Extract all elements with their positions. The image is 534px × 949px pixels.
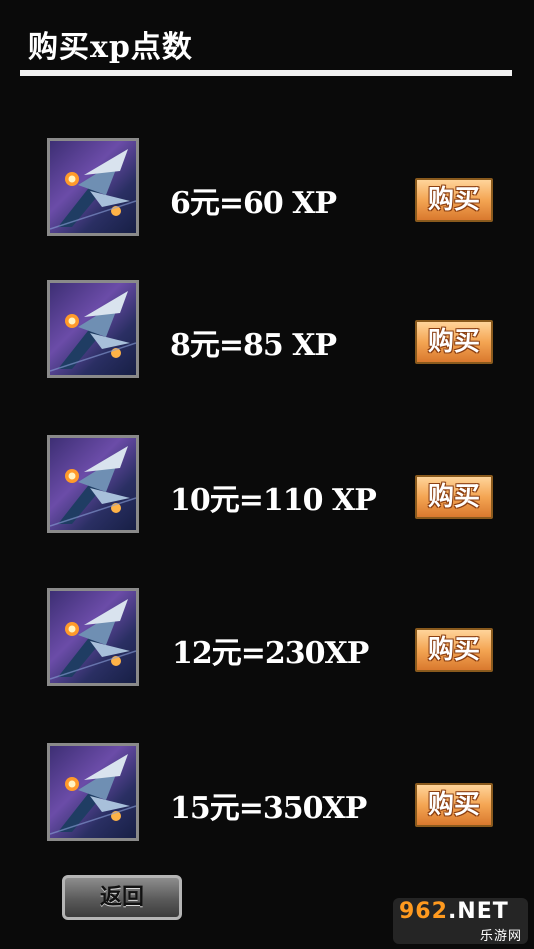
watermark-site-name: 乐游网	[479, 929, 522, 944]
fighter-jet-icon	[47, 588, 139, 686]
offer-row: 6元=60 XP 购买	[0, 138, 534, 238]
back-button[interactable]: 返回	[62, 875, 182, 920]
fighter-jet-icon	[47, 280, 139, 378]
fighter-jet-icon	[47, 138, 139, 236]
watermark-logo-suffix: .NET	[447, 899, 509, 924]
page-title: 购买xp点数	[28, 30, 193, 65]
offer-row: 15元=350XP 购买	[0, 743, 534, 843]
offer-price: 15元=350XP	[170, 791, 367, 826]
watermark-logo: 962.NET	[399, 899, 509, 924]
buy-button[interactable]: 购买	[415, 178, 493, 222]
buy-button[interactable]: 购买	[415, 475, 493, 519]
fighter-jet-icon	[47, 435, 139, 533]
offer-price: 6元=60 XP	[170, 186, 337, 221]
site-watermark: 962.NET 乐游网	[393, 898, 528, 944]
offer-price: 12元=230XP	[172, 636, 369, 671]
fighter-jet-icon	[47, 743, 139, 841]
offer-row: 8元=85 XP 购买	[0, 280, 534, 380]
title-divider	[20, 70, 512, 76]
buy-button[interactable]: 购买	[415, 628, 493, 672]
buy-button[interactable]: 购买	[415, 320, 493, 364]
offer-row: 10元=110 XP 购买	[0, 435, 534, 535]
watermark-logo-number: 962	[399, 899, 448, 924]
offer-price: 10元=110 XP	[170, 483, 377, 518]
buy-button[interactable]: 购买	[415, 783, 493, 827]
offer-price: 8元=85 XP	[170, 328, 337, 363]
offer-row: 12元=230XP 购买	[0, 588, 534, 688]
